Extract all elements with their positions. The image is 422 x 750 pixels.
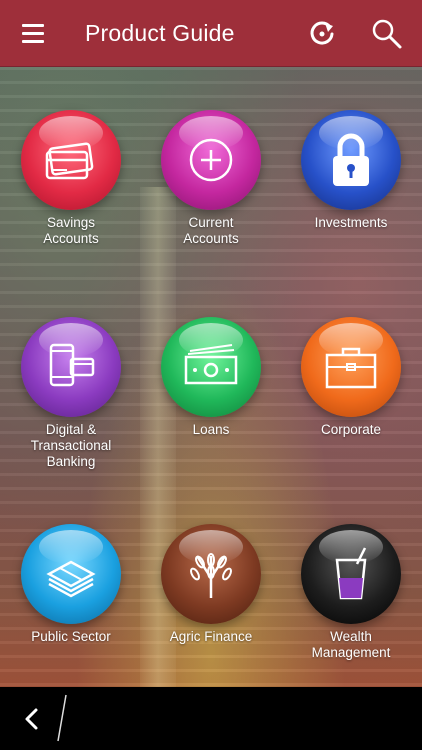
product-tile-savings[interactable]: Savings Accounts: [1, 110, 141, 247]
wheat-icon: [161, 524, 261, 624]
product-label: Loans: [192, 422, 230, 437]
product-tile-current[interactable]: Current Accounts: [141, 110, 281, 247]
product-label: Wealth Management: [311, 629, 391, 660]
page-title: Product Guide: [85, 20, 235, 46]
product-tile-digital-banking[interactable]: Digital & Transactional Banking: [1, 317, 141, 470]
product-label: Corporate: [320, 422, 382, 437]
product-tile-corporate[interactable]: Corporate: [281, 317, 421, 438]
product-label: Savings Accounts: [43, 215, 99, 246]
money-bundle-icon: [21, 524, 121, 624]
product-grid: Savings Accounts Current Accounts Invest…: [0, 67, 422, 687]
product-label: Public Sector: [31, 629, 111, 644]
product-tile-investments[interactable]: Investments: [281, 110, 421, 231]
product-label: Agric Finance: [169, 629, 253, 644]
product-tile-loans[interactable]: Loans: [141, 317, 281, 438]
credit-card-icon: [21, 110, 121, 210]
navigation-bar: [0, 687, 422, 750]
drink-glass-icon: [301, 524, 401, 624]
hamburger-menu-icon[interactable]: [16, 18, 50, 48]
cash-stack-icon: [161, 317, 261, 417]
plus-circle-icon: [161, 110, 261, 210]
product-tile-wealth-management[interactable]: Wealth Management: [281, 524, 421, 661]
app-bar: Product Guide: [0, 0, 422, 67]
refresh-icon[interactable]: [306, 18, 338, 50]
search-icon[interactable]: [370, 17, 404, 51]
back-chevron-icon[interactable]: [18, 705, 46, 733]
padlock-icon: [301, 110, 401, 210]
product-label: Investments: [314, 215, 388, 230]
phone-card-icon: [21, 317, 121, 417]
product-tile-public-sector[interactable]: Public Sector: [1, 524, 141, 645]
product-label: Current Accounts: [183, 215, 239, 246]
product-label: Digital & Transactional Banking: [30, 422, 112, 469]
nav-divider: [56, 693, 68, 743]
briefcase-icon: [301, 317, 401, 417]
product-tile-agric-finance[interactable]: Agric Finance: [141, 524, 281, 645]
